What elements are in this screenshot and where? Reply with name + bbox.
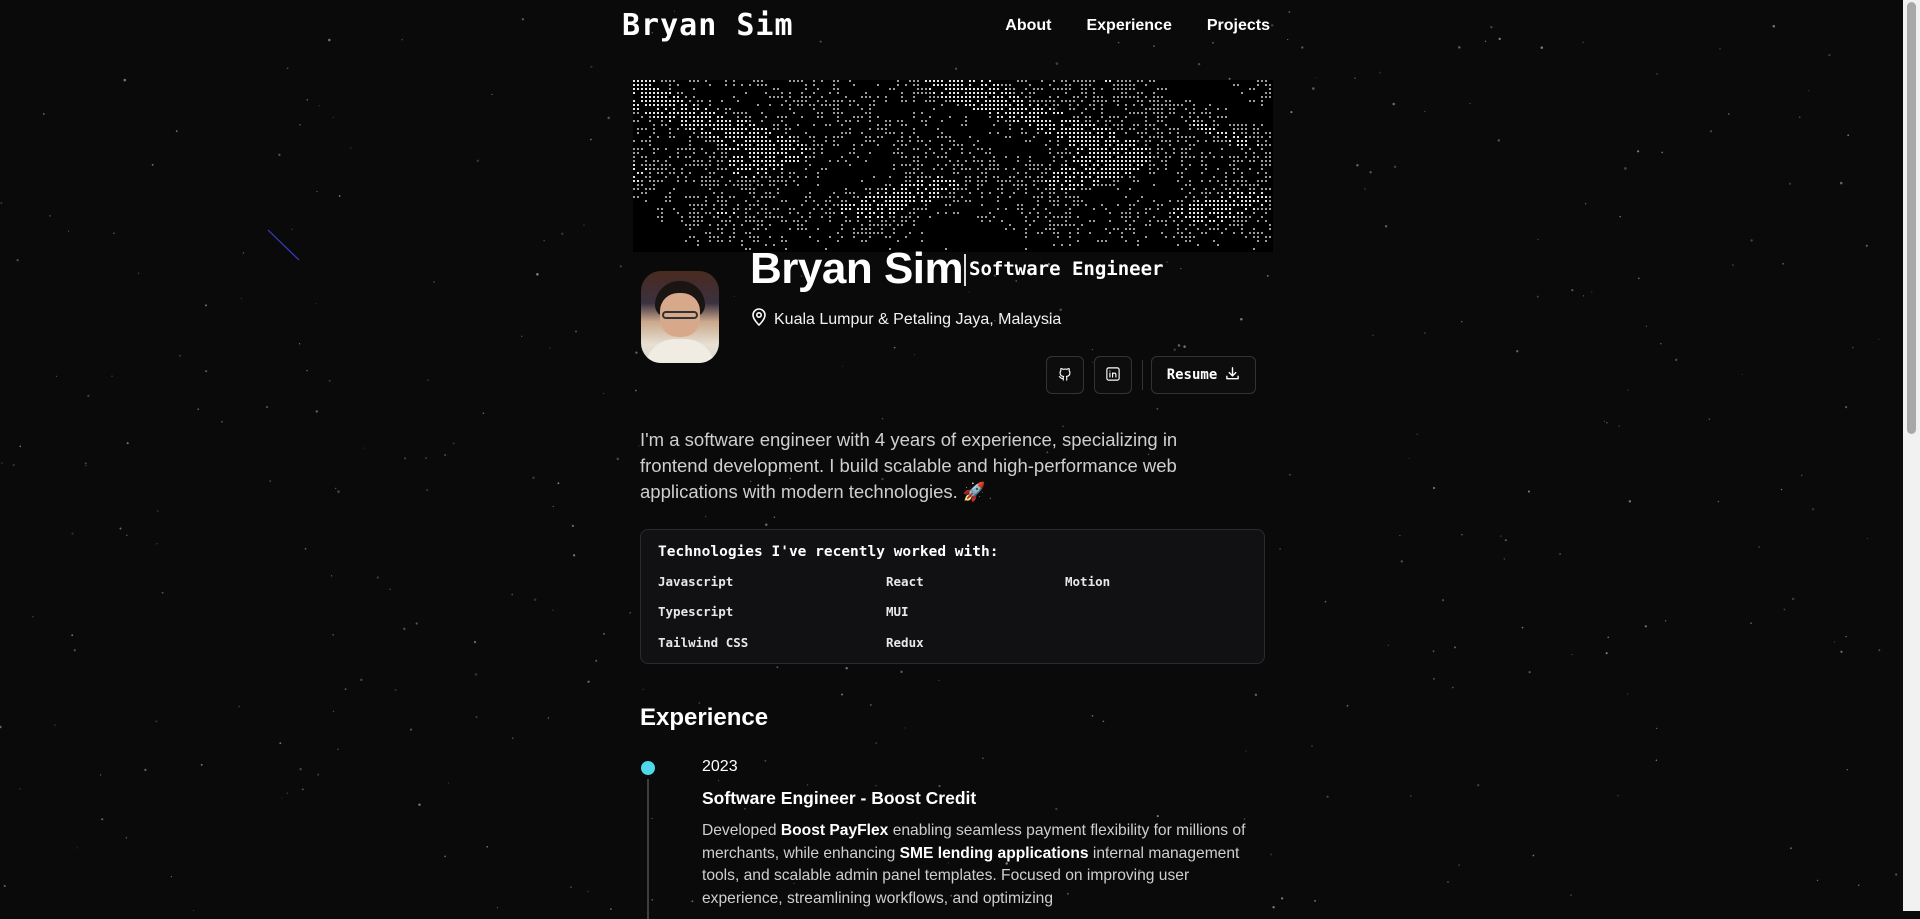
scrollbar-thumb[interactable] bbox=[1907, 2, 1916, 434]
tech-item: Redux bbox=[886, 635, 924, 650]
location: Kuala Lumpur & Petaling Jaya, Malaysia bbox=[751, 308, 1061, 331]
brand-logo[interactable]: Bryan Sim bbox=[622, 8, 794, 43]
desc-highlight-payflex: Boost PayFlex bbox=[780, 822, 889, 839]
desc-highlight-sme: SME lending applications bbox=[899, 844, 1089, 862]
technologies-card: Technologies I've recently worked with: … bbox=[640, 529, 1265, 664]
experience-role: Software Engineer - Boost Credit bbox=[702, 788, 977, 808]
nav-link-experience[interactable]: Experience bbox=[1086, 17, 1171, 35]
top-nav: Bryan Sim About Experience Projects bbox=[622, 8, 1272, 48]
desc-text: Developed bbox=[702, 822, 781, 839]
linkedin-button[interactable] bbox=[1094, 356, 1132, 394]
tech-item: Javascript bbox=[658, 574, 734, 589]
nav-link-about[interactable]: About bbox=[1005, 17, 1051, 35]
profile-banner bbox=[633, 80, 1273, 252]
actions-divider bbox=[1142, 360, 1143, 390]
resume-label: Resume bbox=[1166, 367, 1218, 383]
tech-item: Motion bbox=[1065, 574, 1111, 589]
experience-description: Developed Boost PayFlex enabling seamles… bbox=[702, 820, 1272, 910]
bio-text: I'm a software engineer with 4 years of … bbox=[640, 429, 1178, 502]
tech-item: MUI bbox=[886, 604, 909, 619]
map-pin-icon bbox=[751, 308, 767, 331]
profile-title: Software Engineer bbox=[969, 258, 1164, 280]
tech-item: Typescript bbox=[658, 604, 734, 619]
experience-heading: Experience bbox=[640, 704, 769, 731]
page-scrollbar[interactable] bbox=[1903, 0, 1920, 911]
download-icon bbox=[1225, 366, 1240, 385]
typing-cursor bbox=[964, 254, 966, 286]
tech-item: React bbox=[886, 574, 924, 589]
nav-link-projects[interactable]: Projects bbox=[1207, 17, 1270, 35]
tech-item: Tailwind CSS bbox=[658, 635, 749, 650]
location-text: Kuala Lumpur & Petaling Jaya, Malaysia bbox=[774, 310, 1062, 328]
timeline-dot bbox=[641, 761, 655, 775]
resume-button[interactable]: Resume bbox=[1151, 356, 1256, 394]
linkedin-icon bbox=[1106, 366, 1120, 385]
github-button[interactable] bbox=[1046, 356, 1084, 394]
profile-name: Bryan Sim bbox=[750, 244, 964, 293]
avatar bbox=[641, 271, 719, 363]
technologies-heading: Technologies I've recently worked with: bbox=[658, 544, 999, 560]
nav-links: About Experience Projects bbox=[1005, 17, 1270, 35]
experience-year: 2023 bbox=[702, 758, 738, 775]
timeline-line bbox=[647, 779, 649, 919]
github-icon bbox=[1058, 366, 1072, 385]
